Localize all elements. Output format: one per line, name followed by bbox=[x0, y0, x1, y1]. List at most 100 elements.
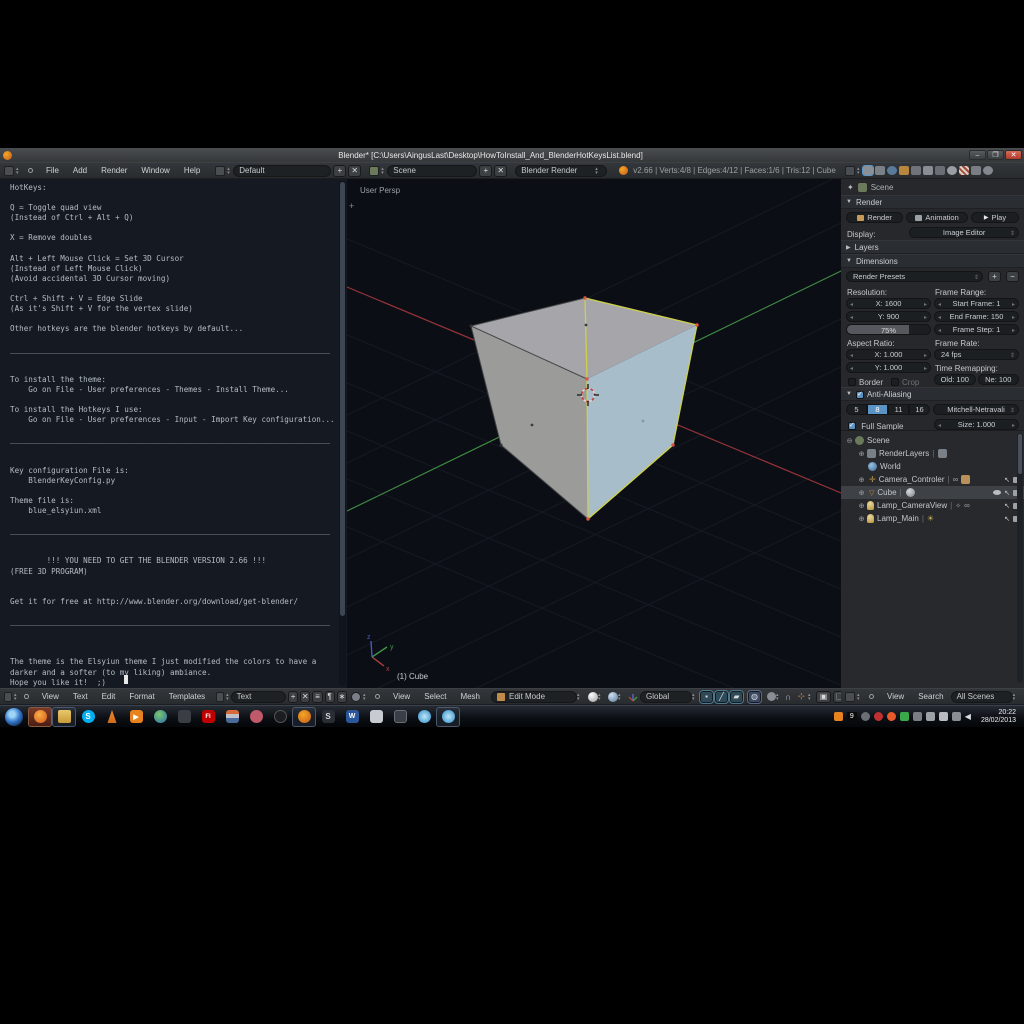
tray-orange-icon[interactable] bbox=[834, 712, 843, 721]
vp-menu-mesh[interactable]: Mesh bbox=[453, 692, 487, 701]
aa-samples-5[interactable]: 5 bbox=[846, 404, 867, 415]
viewport-shading-icon[interactable] bbox=[588, 692, 598, 702]
frame-step-field[interactable]: ◂ Frame Step: 1 ▸ bbox=[934, 324, 1019, 335]
data-tab-icon[interactable] bbox=[935, 166, 945, 175]
start-button[interactable] bbox=[5, 708, 23, 726]
border-checkbox[interactable]: Border bbox=[848, 377, 883, 387]
frame-rate-select[interactable]: 24 fps ⇕ bbox=[934, 349, 1019, 360]
toolshelf-expand-icon[interactable]: + bbox=[349, 201, 354, 211]
manipulator-axis-icon[interactable] bbox=[628, 692, 638, 702]
resolution-percentage-slider[interactable]: 75% bbox=[846, 324, 931, 335]
scene-add-button[interactable]: + bbox=[479, 165, 492, 177]
texteditor-type-icon[interactable] bbox=[4, 692, 12, 702]
taskbar-utorrent-1[interactable] bbox=[413, 708, 435, 726]
properties-type-icon[interactable] bbox=[845, 166, 855, 176]
texture-tab-icon[interactable] bbox=[959, 166, 969, 175]
crop-checkbox[interactable]: Crop bbox=[891, 377, 919, 387]
taskbar-photoscape[interactable]: S bbox=[317, 708, 339, 726]
text-datablock-field[interactable]: Text bbox=[231, 691, 286, 703]
minimize-button[interactable]: – bbox=[969, 150, 986, 160]
lamp-cameraview-expand-icon[interactable]: ⊕ bbox=[857, 502, 866, 510]
taskbar-firefox[interactable] bbox=[29, 708, 51, 726]
tray-count-badge[interactable]: 9 bbox=[847, 712, 857, 722]
render-button[interactable]: Render bbox=[846, 212, 903, 223]
taskbar-media-player[interactable]: ▶ bbox=[125, 708, 147, 726]
taskbar-paint-tool[interactable] bbox=[245, 708, 267, 726]
tray-red-icon[interactable] bbox=[874, 712, 883, 721]
mode-select[interactable]: Edit Mode bbox=[491, 691, 577, 703]
outliner-row-camera-controler[interactable]: ⊕ ✛ Camera_Controler | ∞ ↖ bbox=[841, 473, 1024, 486]
outliner-display-select[interactable]: All Scenes bbox=[951, 691, 1013, 703]
taskbar-camera[interactable] bbox=[173, 708, 195, 726]
preset-add-button[interactable]: + bbox=[988, 271, 1001, 282]
outliner-type-icon[interactable] bbox=[845, 692, 855, 702]
menu-help[interactable]: Help bbox=[177, 166, 207, 175]
taskbar-blender[interactable] bbox=[293, 708, 315, 726]
aspect-x-field[interactable]: ◂ X: 1.000 ▸ bbox=[846, 349, 931, 360]
modifiers-tab-icon[interactable] bbox=[923, 166, 933, 175]
cube-select-icon[interactable]: ↖ bbox=[1004, 489, 1010, 497]
tray-wheel-icon[interactable] bbox=[861, 712, 870, 721]
text-menu-view[interactable]: View bbox=[35, 692, 66, 701]
tray-volume-icon[interactable]: ◀ bbox=[965, 712, 971, 721]
start-frame-field[interactable]: ◂ Start Frame: 1 ▸ bbox=[934, 298, 1019, 309]
window-titlebar[interactable]: Blender* [C:\Users\AingusLast\Desktop\Ho… bbox=[0, 148, 1024, 162]
cube-visibility-icon[interactable] bbox=[993, 490, 1001, 495]
renderlayers-expand-icon[interactable]: ⊕ bbox=[857, 450, 866, 458]
taskbar-skype[interactable]: S bbox=[77, 708, 99, 726]
outliner-row-cube[interactable]: ⊕ ▽ Cube | ↖ bbox=[841, 486, 1024, 499]
outliner-row-renderlayers[interactable]: ⊕ RenderLayers | bbox=[841, 447, 1024, 460]
outliner-menu-view[interactable]: View bbox=[880, 692, 911, 701]
world-tab-icon[interactable] bbox=[887, 166, 897, 175]
text-menu-edit[interactable]: Edit bbox=[95, 692, 123, 701]
text-editor-scrollbar-thumb[interactable] bbox=[340, 182, 345, 616]
snap-magnet-icon[interactable]: ∩ bbox=[782, 692, 794, 702]
screen-layout-field[interactable]: Default bbox=[233, 165, 331, 177]
screen-layout-icon[interactable] bbox=[215, 166, 225, 176]
animation-button[interactable]: Animation bbox=[906, 212, 968, 223]
edge-select-button[interactable]: ╱ bbox=[715, 691, 728, 703]
close-button[interactable]: ✕ bbox=[1005, 150, 1022, 160]
text-menu-text[interactable]: Text bbox=[66, 692, 95, 701]
proportional-edit-icon[interactable] bbox=[767, 692, 776, 701]
lamp-main-expand-icon[interactable]: ⊕ bbox=[857, 515, 866, 523]
tray-chat-icon[interactable] bbox=[913, 712, 922, 721]
tray-antivirus-icon[interactable] bbox=[900, 712, 909, 721]
text-datablock-icon[interactable] bbox=[216, 692, 224, 702]
aa-samples-16[interactable]: 16 bbox=[909, 404, 930, 415]
aa-samples-8[interactable]: 8 bbox=[867, 404, 888, 415]
scene-delete-button[interactable]: ✕ bbox=[494, 165, 507, 177]
full-sample-checkbox[interactable]: Full Sample bbox=[846, 421, 931, 431]
end-frame-field[interactable]: ◂ End Frame: 150 ▸ bbox=[934, 311, 1019, 322]
layout-delete-button[interactable]: ✕ bbox=[348, 165, 361, 177]
text-unlink-button[interactable]: ✕ bbox=[300, 691, 310, 703]
render-panel-header[interactable]: ▼ Render bbox=[841, 195, 1024, 209]
menu-render[interactable]: Render bbox=[94, 166, 134, 175]
menu-window[interactable]: Window bbox=[134, 166, 176, 175]
taskbar-notepad[interactable] bbox=[365, 708, 387, 726]
outliner-row-world[interactable]: World bbox=[841, 460, 1024, 473]
vp-menu-view[interactable]: View bbox=[386, 692, 417, 701]
lampmain-select-icon[interactable]: ↖ bbox=[1004, 515, 1010, 523]
outliner-row-lamp-main[interactable]: ⊕ Lamp_Main | ☀ ↖ bbox=[841, 512, 1024, 525]
preset-remove-button[interactable]: − bbox=[1006, 271, 1019, 282]
play-button[interactable]: ▶ Play bbox=[971, 212, 1019, 223]
snap-element-icon[interactable]: ⊹ bbox=[794, 691, 808, 702]
remap-new-field[interactable]: Ne: 100 bbox=[978, 374, 1020, 385]
taskbar-photo-viewer[interactable] bbox=[221, 708, 243, 726]
taskbar-explorer[interactable] bbox=[53, 708, 75, 726]
aa-filter-select[interactable]: Mitchell-Netravali ⇕ bbox=[933, 404, 1019, 415]
render-opengl-button[interactable]: ▣ bbox=[816, 691, 831, 703]
dimensions-panel-header[interactable]: ▼ Dimensions bbox=[841, 254, 1024, 268]
menu-file[interactable]: File bbox=[39, 166, 66, 175]
text-editor-content[interactable]: HotKeys: Q = Toggle quad view (Instead o… bbox=[0, 179, 347, 688]
taskbar-flash[interactable]: Fl bbox=[197, 708, 219, 726]
text-editor-scrollbar[interactable] bbox=[339, 181, 346, 686]
tray-error-icon[interactable] bbox=[926, 712, 935, 721]
lampcv-select-icon[interactable]: ↖ bbox=[1004, 502, 1010, 510]
pin-icon[interactable]: ✦ bbox=[847, 183, 854, 192]
vp-menu-select[interactable]: Select bbox=[417, 692, 453, 701]
camera-controler-expand-icon[interactable]: ⊕ bbox=[857, 476, 866, 484]
pivot-point-icon[interactable] bbox=[608, 692, 618, 702]
material-tab-icon[interactable] bbox=[947, 166, 957, 175]
